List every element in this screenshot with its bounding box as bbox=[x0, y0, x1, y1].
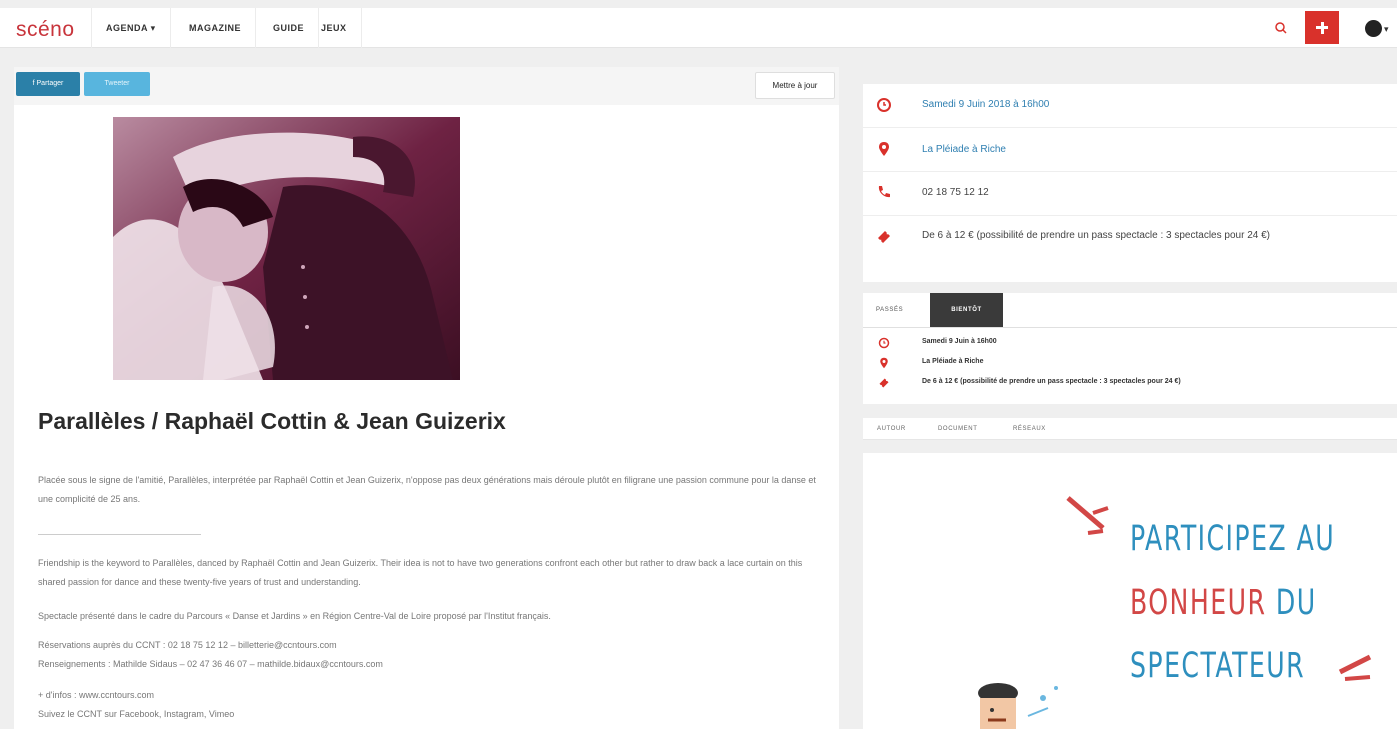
promo-word-du: DU bbox=[1275, 583, 1317, 623]
info-row-place: La Pléiade à Riche bbox=[863, 128, 1397, 172]
promo-word-bonheur: BONHEUR bbox=[1130, 583, 1267, 623]
spectator-illustration bbox=[978, 683, 1058, 729]
search-icon[interactable] bbox=[1273, 20, 1289, 36]
event-place[interactable]: La Pléiade à Riche bbox=[922, 141, 1006, 159]
tab-autour[interactable]: AUTOUR bbox=[877, 418, 906, 440]
description-fr: Placée sous le signe de l'amitié, Parall… bbox=[38, 475, 816, 504]
related-tabs: AUTOUR DOCUMENT RÉSEAUX bbox=[863, 418, 1397, 440]
confetti-icon bbox=[1338, 654, 1372, 681]
map-pin-icon bbox=[880, 357, 888, 369]
confetti-icon bbox=[1066, 496, 1109, 535]
event-photo bbox=[113, 117, 460, 380]
tweet-button[interactable]: Tweeter bbox=[84, 72, 150, 96]
upcoming-place[interactable]: La Pléiade à Riche bbox=[922, 358, 983, 365]
nav-jeux[interactable]: JEUX bbox=[307, 8, 362, 48]
nav-agenda[interactable]: AGENDA ▾ bbox=[91, 8, 171, 48]
contact-block: Réservations auprès du CCNT : 02 18 75 1… bbox=[38, 636, 828, 674]
divider bbox=[38, 534, 201, 535]
social-line: Suivez le CCNT sur Facebook, Instagram, … bbox=[38, 709, 235, 719]
upcoming-date[interactable]: Samedi 9 Juin à 16h00 bbox=[922, 338, 997, 345]
upcoming-place-row: La Pléiade à Riche bbox=[863, 354, 1397, 374]
upcoming-price-row: De 6 à 12 € (possibilité de prendre un p… bbox=[863, 374, 1397, 394]
more-info-block: + d'infos : www.ccntours.com Suivez le C… bbox=[38, 686, 828, 724]
info-row-phone: 02 18 75 12 12 bbox=[863, 172, 1397, 216]
top-navigation: scéno AGENDA ▾ MAGAZINE GUIDE JEUX ▾ bbox=[0, 8, 1397, 48]
map-pin-icon bbox=[879, 142, 889, 156]
nav-magazine[interactable]: MAGAZINE bbox=[175, 8, 256, 48]
upcoming-session: Samedi 9 Juin à 16h00 La Pléiade à Riche… bbox=[863, 328, 1397, 404]
add-event-button[interactable] bbox=[1305, 11, 1339, 44]
description-en: Friendship is the keyword to Parallèles,… bbox=[38, 558, 803, 587]
site-logo[interactable]: scéno bbox=[16, 18, 75, 42]
clock-icon bbox=[878, 337, 890, 349]
promo-banner[interactable]: PARTICIPEZ AU BONHEUR DU SPECTATEUR bbox=[863, 453, 1397, 729]
sessions-tabs: PASSÉS BIENTÔT bbox=[863, 293, 1397, 328]
share-facebook-button[interactable]: f Partager bbox=[16, 72, 80, 96]
info-row-price: De 6 à 12 € (possibilité de prendre un p… bbox=[863, 216, 1397, 282]
clock-icon bbox=[877, 98, 891, 112]
ticket-icon bbox=[878, 231, 890, 243]
event-info-card: Samedi 9 Juin 2018 à 16h00 La Pléiade à … bbox=[863, 84, 1397, 282]
website-line[interactable]: + d'infos : www.ccntours.com bbox=[38, 686, 828, 705]
tab-reseaux[interactable]: RÉSEAUX bbox=[1013, 418, 1046, 440]
promo-line-2: BONHEUR DU bbox=[1130, 583, 1317, 623]
promo-line-1: PARTICIPEZ AU bbox=[1130, 519, 1336, 559]
globe-icon[interactable] bbox=[1365, 20, 1382, 37]
info-line: Renseignements : Mathilde Sidaus – 02 47… bbox=[38, 659, 383, 669]
language-chevron[interactable]: ▾ bbox=[1384, 24, 1389, 35]
event-date[interactable]: Samedi 9 Juin 2018 à 16h00 bbox=[922, 96, 1049, 114]
update-button[interactable]: Mettre à jour bbox=[755, 72, 835, 99]
phone-icon bbox=[878, 186, 890, 198]
info-row-date: Samedi 9 Juin 2018 à 16h00 bbox=[863, 84, 1397, 128]
tab-past[interactable]: PASSÉS bbox=[863, 293, 916, 327]
upcoming-price: De 6 à 12 € (possibilité de prendre un p… bbox=[922, 378, 1181, 385]
share-bar: f Partager Tweeter Mettre à jour bbox=[14, 67, 839, 105]
event-main-panel: f Partager Tweeter Mettre à jour Parallè… bbox=[14, 67, 839, 729]
event-title: Parallèles / Raphaël Cottin & Jean Guize… bbox=[38, 408, 506, 434]
event-phone: 02 18 75 12 12 bbox=[922, 187, 989, 198]
reservation-line: Réservations auprès du CCNT : 02 18 75 1… bbox=[38, 640, 337, 650]
upcoming-date-row: Samedi 9 Juin à 16h00 bbox=[863, 334, 1397, 354]
tab-document[interactable]: DOCUMENT bbox=[938, 418, 977, 440]
tab-upcoming[interactable]: BIENTÔT bbox=[930, 293, 1003, 327]
ticket-icon bbox=[879, 378, 889, 388]
context-note: Spectacle présenté dans le cadre du Parc… bbox=[38, 611, 551, 621]
promo-line-3: SPECTATEUR bbox=[1130, 646, 1306, 686]
event-price: De 6 à 12 € (possibilité de prendre un p… bbox=[922, 230, 1270, 241]
